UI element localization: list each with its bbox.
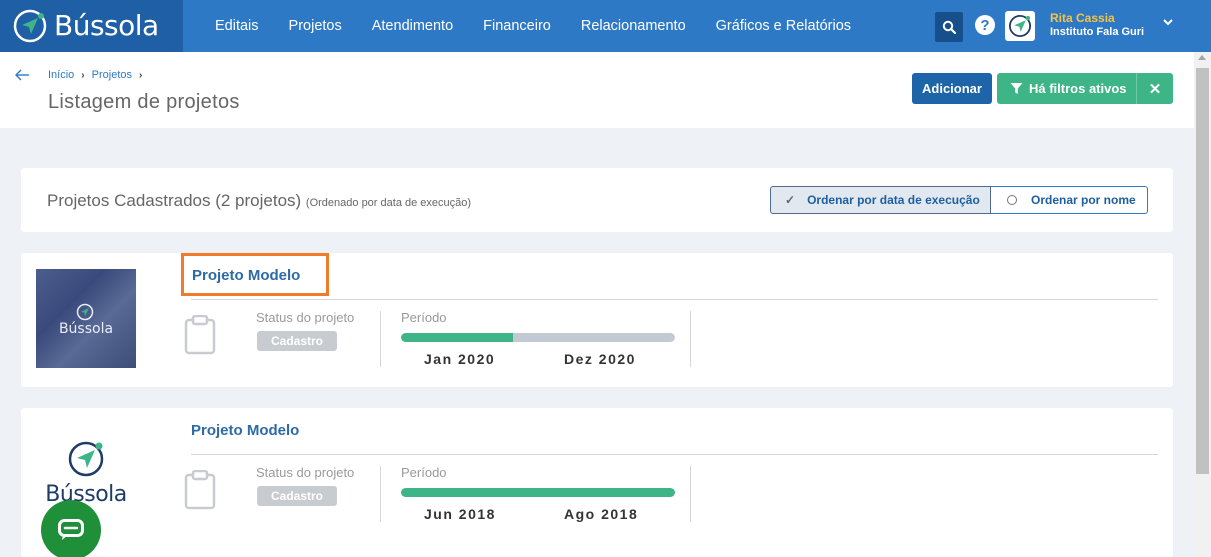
list-title-text: Projetos Cadastrados (2 projetos) — [47, 191, 302, 210]
sort-by-date-label: Ordenar por data de execução — [807, 193, 980, 207]
menu-item-relacionamento[interactable]: Relacionamento — [566, 18, 701, 34]
compass-logo-icon — [1008, 14, 1032, 38]
divider — [380, 466, 381, 522]
chat-button[interactable] — [41, 500, 101, 557]
project-name-link[interactable]: Projeto Modelo — [181, 253, 329, 296]
filter-toggle[interactable]: Há filtros ativos — [997, 73, 1137, 104]
period-start: Jun 2018 — [424, 506, 496, 522]
menu-item-atendimento[interactable]: Atendimento — [357, 18, 468, 34]
divider — [191, 299, 1158, 300]
scrollbar-thumb[interactable] — [1196, 68, 1209, 474]
filter-label: Há filtros ativos — [1029, 81, 1127, 96]
search-icon — [942, 20, 956, 34]
period-start: Jan 2020 — [424, 351, 496, 367]
main-menu: Editais Projetos Atendimento Financeiro … — [200, 0, 866, 52]
brand-name: Bússola — [54, 9, 159, 42]
clipboard-icon — [184, 315, 216, 355]
list-subtitle: (Ordenado por data de execução) — [305, 197, 472, 209]
compass-logo-icon — [76, 303, 94, 321]
search-button[interactable] — [935, 12, 963, 42]
sort-by-name-label: Ordenar por nome — [1031, 193, 1136, 207]
clipboard-icon — [184, 470, 216, 510]
avatar[interactable] — [1005, 11, 1035, 41]
filter-icon — [1010, 83, 1023, 94]
status-label: Status do projeto — [256, 465, 355, 480]
check-icon: ✓ — [785, 193, 796, 207]
compass-logo-icon — [68, 441, 104, 477]
breadcrumb-separator: › — [81, 69, 85, 81]
help-icon[interactable]: ? — [975, 15, 995, 35]
period-progress-fill — [401, 333, 514, 342]
period-progress-bar — [401, 488, 675, 497]
user-name[interactable]: Rita Cassia — [1050, 11, 1115, 25]
breadcrumb-projetos[interactable]: Projetos — [92, 69, 132, 81]
compass-logo-icon — [13, 9, 47, 43]
period-progress-bar — [401, 333, 675, 342]
divider — [690, 311, 691, 367]
status-badge: Cadastro — [257, 331, 337, 351]
status-label: Status do projeto — [256, 310, 355, 325]
filters-active-button: Há filtros ativos ✕ — [997, 73, 1173, 104]
chat-icon — [58, 519, 84, 540]
breadcrumb-separator: › — [139, 69, 143, 81]
add-button[interactable]: Adicionar — [912, 73, 992, 104]
breadcrumb: Início › Projetos › — [48, 69, 149, 81]
project-thumbnail[interactable]: Bússola — [36, 269, 136, 368]
menu-item-editais[interactable]: Editais — [200, 18, 274, 34]
chevron-down-icon[interactable] — [1162, 16, 1174, 28]
period-progress-fill — [401, 488, 675, 497]
divider — [690, 466, 691, 522]
projects-list-header: Projetos Cadastrados (2 projetos) (Orden… — [21, 168, 1173, 232]
top-navbar: Bússola Editais Projetos Atendimento Fin… — [0, 0, 1211, 52]
project-name-link[interactable]: Projeto Modelo — [191, 422, 299, 439]
status-badge: Cadastro — [257, 486, 337, 506]
project-card[interactable]: Bússola Projeto Modelo Status do projeto… — [21, 253, 1173, 387]
sort-by-name-button[interactable]: Ordenar por nome — [991, 186, 1148, 214]
sort-options: ✓ Ordenar por data de execução Ordenar p… — [770, 186, 1148, 214]
user-org[interactable]: Instituto Fala Guri — [1050, 26, 1144, 38]
breadcrumb-inicio[interactable]: Início — [48, 69, 74, 81]
radio-icon — [1007, 195, 1017, 205]
period-label: Período — [401, 465, 447, 480]
list-title: Projetos Cadastrados (2 projetos) (Orden… — [47, 191, 471, 211]
page-title: Listagem de projetos — [48, 91, 240, 113]
sort-by-date-button[interactable]: ✓ Ordenar por data de execução — [770, 186, 991, 214]
menu-item-financeiro[interactable]: Financeiro — [468, 18, 566, 34]
period-end: Dez 2020 — [564, 351, 636, 367]
scrollbar[interactable] — [1194, 52, 1211, 557]
project-card[interactable]: Bússola Projeto Modelo Status do projeto… — [21, 408, 1173, 557]
menu-item-graficos[interactable]: Gráficos e Relatórios — [701, 18, 866, 34]
page-header: Início › Projetos › Listagem de projetos… — [0, 52, 1194, 128]
close-icon[interactable]: ✕ — [1137, 73, 1173, 104]
period-label: Período — [401, 310, 447, 325]
brand[interactable]: Bússola — [0, 0, 183, 52]
divider — [380, 311, 381, 367]
divider — [191, 454, 1158, 455]
scroll-up-arrow-icon[interactable] — [1198, 55, 1206, 60]
period-end: Ago 2018 — [564, 506, 639, 522]
menu-item-projetos[interactable]: Projetos — [274, 18, 357, 34]
back-arrow-icon[interactable] — [14, 68, 30, 82]
thumbnail-brand-text: Bússola — [58, 321, 114, 337]
